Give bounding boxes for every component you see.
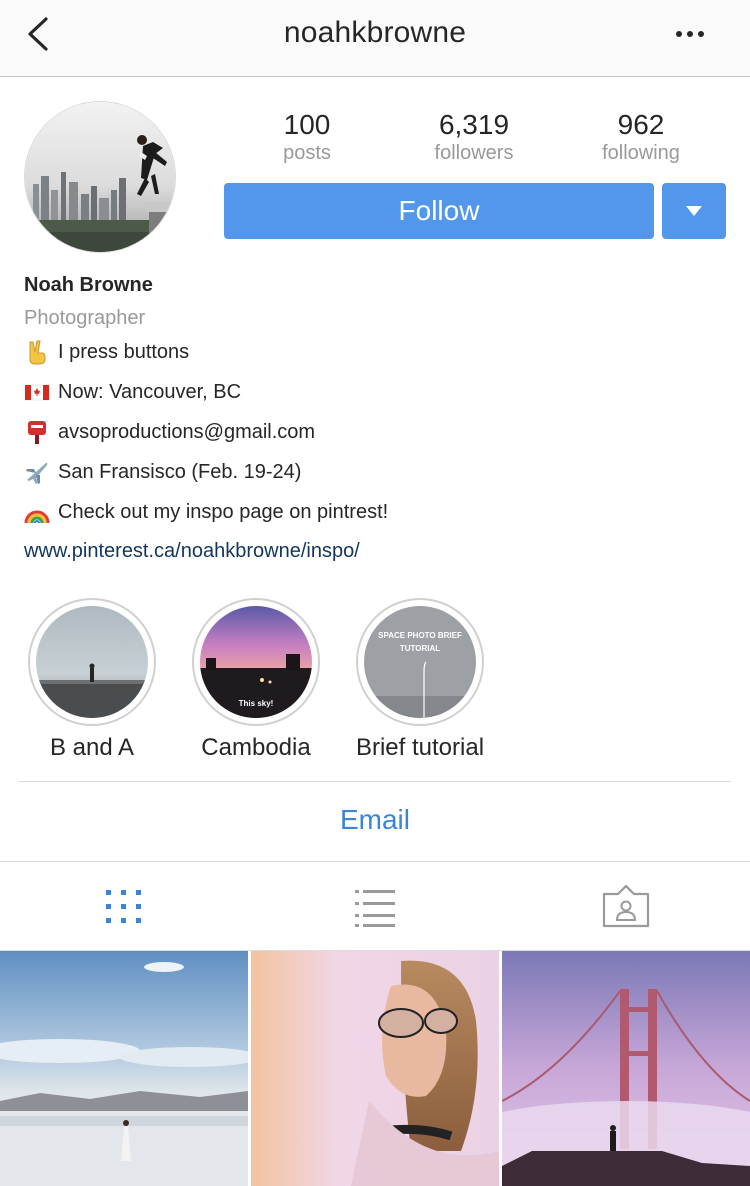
postbox-icon <box>24 419 50 445</box>
canada-flag-icon <box>24 379 50 405</box>
bio-line: Now: Vancouver, BC <box>24 379 241 405</box>
following-count[interactable]: 962 following <box>566 108 716 164</box>
posts-count-label: posts <box>283 142 331 164</box>
grid-photo[interactable] <box>502 951 750 1186</box>
story-highlight[interactable]: SPACE PHOTO BRIEF TUTORIAL Brief tutoria… <box>335 598 505 762</box>
story-highlight-label: Brief tutorial <box>355 734 485 761</box>
story-highlight[interactable]: B and A <box>7 598 177 762</box>
story-highlight-ring: SPACE PHOTO BRIEF TUTORIAL <box>356 598 484 726</box>
story-highlight-label: Cambodia <box>201 734 311 761</box>
followers-count[interactable]: 6,319 followers <box>399 108 549 164</box>
bio-line: Check out my inspo page on pintrest! <box>24 499 388 525</box>
tab-list-view[interactable] <box>345 880 405 936</box>
bio-line: San Fransisco (Feb. 19-24) <box>24 459 301 485</box>
chevron-down-icon <box>686 206 702 216</box>
top-nav-bar: noahkbrowne <box>0 0 750 77</box>
following-count-value: 962 <box>617 109 665 140</box>
story-highlight-ring <box>28 598 156 726</box>
posts-count-value: 100 <box>283 109 331 140</box>
victory-hand-icon <box>24 339 50 365</box>
profile-full-name: Noah Browne <box>24 274 153 296</box>
bio-line: I press buttons <box>24 339 189 365</box>
profile-avatar[interactable] <box>24 101 176 253</box>
posts-count: 100 posts <box>232 108 382 164</box>
story-highlight-ring: This sky! <box>192 598 320 726</box>
bio-line-text: San Fransisco (Feb. 19-24) <box>58 460 302 483</box>
divider <box>19 781 731 782</box>
list-icon <box>355 890 395 927</box>
followers-count-value: 6,319 <box>438 109 510 140</box>
suggested-accounts-dropdown-button[interactable] <box>662 183 726 239</box>
profile-category: Photographer <box>24 307 146 329</box>
airplane-icon <box>24 459 50 485</box>
divider <box>0 861 750 862</box>
followers-count-label: followers <box>434 142 514 164</box>
tab-grid-view[interactable] <box>94 880 154 936</box>
grid-photo[interactable] <box>251 951 499 1186</box>
bio-line-text: Now: Vancouver, BC <box>58 380 242 403</box>
rainbow-icon <box>24 499 50 525</box>
tagged-person-icon <box>602 884 650 928</box>
story-highlight-thumbnail <box>36 606 148 718</box>
story-highlight[interactable]: This sky! Cambodia <box>171 598 341 762</box>
highlight-thumb-text: This sky! <box>239 699 274 708</box>
highlight-thumb-text: SPACE PHOTO BRIEF <box>378 631 462 640</box>
bio-line-text: Check out my inspo page on pintrest! <box>58 500 389 523</box>
story-highlight-thumbnail: This sky! <box>200 606 312 718</box>
following-count-label: following <box>602 142 680 164</box>
story-highlight-thumbnail: SPACE PHOTO BRIEF TUTORIAL <box>364 606 476 718</box>
more-options-icon[interactable] <box>676 24 712 44</box>
bio-line-text: I press buttons <box>58 340 190 363</box>
grid-icon <box>106 890 141 923</box>
profile-username-title: noahkbrowne <box>283 16 467 49</box>
grid-photo[interactable] <box>0 951 248 1186</box>
bio-website-link[interactable]: www.pinterest.ca/noahkbrowne/inspo/ <box>24 540 360 563</box>
follow-button[interactable]: Follow <box>224 183 654 239</box>
tab-tagged-photos[interactable] <box>596 880 656 936</box>
story-highlight-label: B and A <box>49 734 135 761</box>
highlight-thumb-text: TUTORIAL <box>400 644 440 653</box>
bio-line-text: avsoproductions@gmail.com <box>58 420 316 443</box>
bio-line: avsoproductions@gmail.com <box>24 419 315 445</box>
email-button[interactable]: Email <box>0 804 750 836</box>
